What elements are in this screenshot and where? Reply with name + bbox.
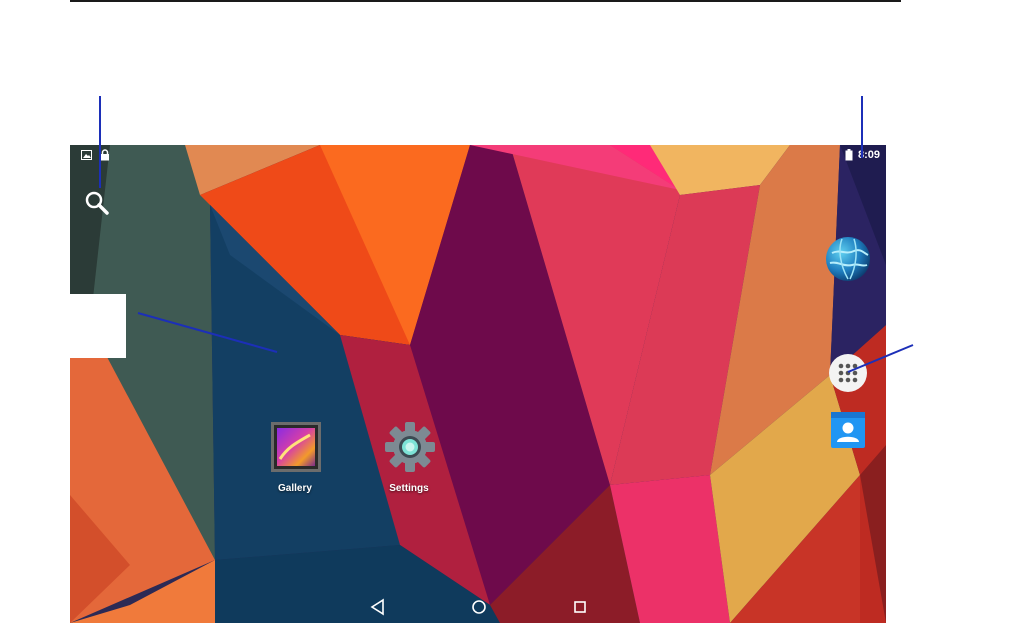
browser-app[interactable] [824, 235, 872, 283]
wallpaper [70, 145, 886, 623]
picture-notification-icon [81, 150, 92, 160]
settings-app[interactable]: Settings [384, 421, 436, 494]
app-drawer-icon [829, 354, 867, 392]
browser-globe-icon [826, 237, 870, 281]
settings-label: Settings [389, 483, 429, 494]
search-icon [85, 191, 109, 215]
battery-icon [845, 149, 853, 161]
status-bar: 8:09 [70, 145, 886, 167]
recents-button[interactable] [568, 595, 592, 619]
back-button[interactable] [366, 595, 390, 619]
contacts-app[interactable] [829, 410, 867, 450]
back-icon [370, 598, 384, 616]
home-icon [472, 600, 486, 614]
search-button[interactable] [82, 188, 112, 218]
recents-icon [574, 601, 586, 613]
navigation-bar [70, 587, 886, 623]
lock-icon [101, 149, 109, 161]
gallery-icon [271, 422, 321, 472]
top-rule-line [70, 0, 901, 2]
status-clock: 8:09 [857, 149, 880, 161]
gallery-label: Gallery [278, 483, 312, 494]
settings-gear-icon [385, 422, 435, 472]
gallery-app[interactable]: Gallery [270, 421, 322, 494]
app-drawer-button[interactable] [828, 353, 868, 393]
home-button[interactable] [467, 595, 491, 619]
callout-label-box [70, 294, 126, 358]
tablet-screen: 8:09 Gallery Settings [70, 145, 886, 623]
contacts-icon [831, 412, 865, 448]
